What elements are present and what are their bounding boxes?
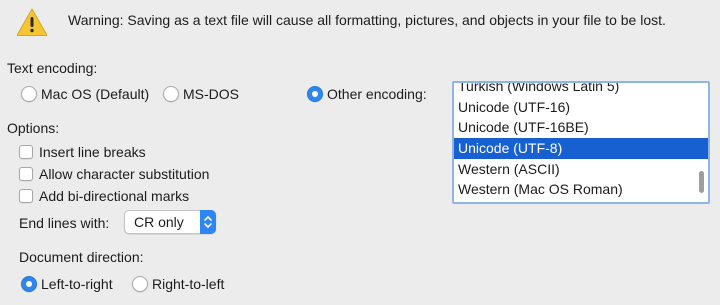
checkbox[interactable]	[19, 189, 33, 203]
checkbox-label: Allow character substitution	[39, 166, 210, 182]
list-item[interactable]: Turkish (Windows Latin 5)	[454, 83, 708, 97]
warning-icon	[16, 7, 48, 37]
radio-label: Left-to-right	[41, 276, 113, 292]
radio-left-to-right[interactable]: Left-to-right	[21, 276, 113, 292]
end-lines-popup[interactable]: CR only	[124, 210, 216, 234]
radio-ms-dos[interactable]: MS-DOS	[163, 86, 239, 102]
radio-label: Mac OS (Default)	[41, 86, 150, 102]
radio-label: Other encoding:	[327, 86, 427, 102]
scrollbar-thumb[interactable]	[699, 171, 704, 193]
text-encoding-label: Text encoding:	[7, 60, 98, 76]
end-lines-label: End lines with:	[19, 215, 110, 231]
list-item[interactable]: Western (ASCII)	[454, 159, 708, 180]
radio-other-encoding[interactable]: Other encoding:	[307, 86, 427, 102]
warning-message: Warning: Saving as a text file will caus…	[68, 12, 666, 28]
list-item[interactable]: Unicode (UTF-16BE)	[454, 117, 708, 138]
checkbox-label: Add bi-directional marks	[39, 188, 190, 204]
list-item-selected[interactable]: Unicode (UTF-8)	[454, 138, 708, 159]
popup-value: CR only	[134, 214, 184, 230]
document-direction-label: Document direction:	[19, 249, 144, 265]
radio-label: Right-to-left	[152, 276, 225, 292]
checkbox-label: Insert line breaks	[39, 144, 146, 160]
radio-right-to-left[interactable]: Right-to-left	[132, 276, 224, 292]
checkbox[interactable]	[19, 145, 33, 159]
radio-button[interactable]	[21, 86, 37, 102]
radio-button[interactable]	[132, 276, 148, 292]
list-item[interactable]: Western (Mac OS Roman)	[454, 179, 708, 200]
checkbox-add-bidirectional-marks[interactable]: Add bi-directional marks	[19, 188, 189, 204]
chevron-up-down-icon[interactable]	[200, 210, 216, 234]
checkbox[interactable]	[19, 167, 33, 181]
radio-button-selected[interactable]	[307, 86, 323, 102]
radio-mac-os-default[interactable]: Mac OS (Default)	[21, 86, 149, 102]
checkbox-allow-character-substitution[interactable]: Allow character substitution	[19, 166, 209, 182]
checkbox-insert-line-breaks[interactable]: Insert line breaks	[19, 144, 146, 160]
encoding-list[interactable]: Turkish (Windows Latin 5) Unicode (UTF-1…	[452, 81, 710, 204]
options-label: Options:	[7, 120, 60, 136]
radio-button-selected[interactable]	[21, 276, 37, 292]
radio-button[interactable]	[163, 86, 179, 102]
radio-label: MS-DOS	[183, 86, 239, 102]
list-item[interactable]: Unicode (UTF-16)	[454, 97, 708, 118]
